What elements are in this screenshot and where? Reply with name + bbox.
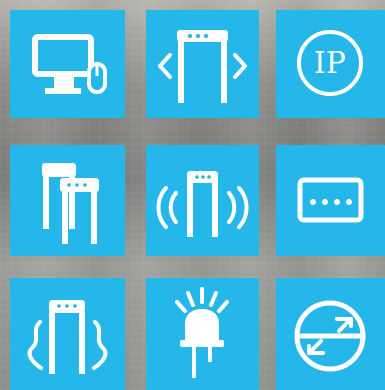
multiple-gates-icon	[42, 163, 99, 244]
icon-grid: IP	[0, 0, 385, 390]
led-icon	[175, 287, 229, 378]
metal-detector-scan-icon	[158, 30, 247, 103]
tile-connection-exchange	[276, 278, 385, 390]
monitor-icon	[32, 34, 107, 94]
ip-icon: IP	[297, 30, 363, 96]
display-panel-icon	[297, 177, 364, 223]
tile-led	[146, 278, 259, 390]
tile-multiple-gates	[10, 145, 125, 256]
tile-metal-detector-scan	[146, 10, 259, 118]
connection-exchange-icon	[294, 300, 366, 372]
tile-signal-gate	[146, 145, 259, 256]
tile-ip: IP	[276, 10, 385, 118]
ip-label: IP	[314, 46, 346, 81]
tile-monitor	[10, 10, 125, 118]
tile-vibration-gate	[10, 278, 125, 390]
vibration-gate-icon	[27, 300, 108, 374]
tile-display-panel	[276, 145, 385, 256]
signal-gate-icon	[156, 171, 249, 237]
